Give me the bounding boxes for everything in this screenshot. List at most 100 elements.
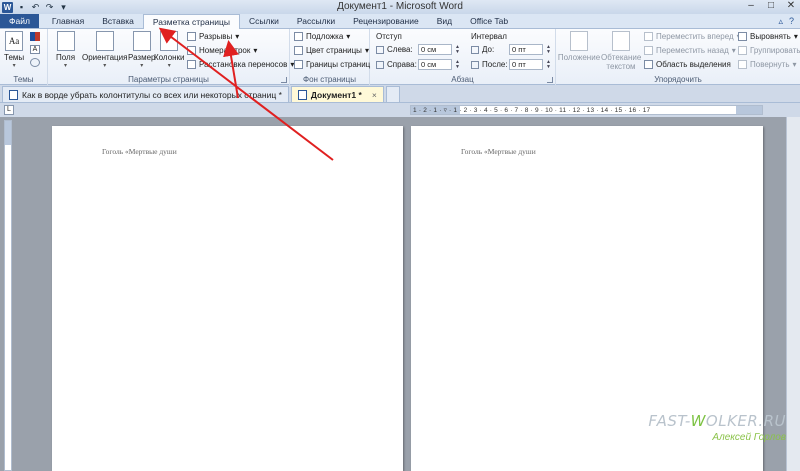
window-title: Документ1 - Microsoft Word (337, 1, 463, 12)
ruler-row: L 1 · 2 · 1 · ▿ · 1 · 2 · 3 · 4 · 5 · 6 … (0, 103, 800, 117)
spinner-arrows-icon[interactable]: ▲ ▼ (546, 59, 551, 70)
align-icon (738, 32, 747, 41)
minimize-icon[interactable]: – (746, 0, 756, 11)
chevron-down-icon: ▾ (364, 46, 369, 55)
theme-colors-icon[interactable] (30, 32, 40, 41)
minimize-ribbon-icon[interactable]: ▵ (778, 16, 783, 27)
size-icon (132, 31, 151, 51)
ribbon-help-area: ▵ ? (778, 16, 800, 27)
close-icon[interactable]: ✕ (786, 0, 796, 11)
tab-references[interactable]: Ссылки (240, 14, 288, 28)
watermark-icon (294, 32, 303, 41)
vertical-scrollbar[interactable] (786, 117, 800, 471)
page-borders-icon (294, 60, 303, 69)
tab-file[interactable]: Файл (0, 14, 39, 28)
send-backward-button[interactable]: Переместить назад ▾ (644, 46, 736, 55)
hyphenation-button[interactable]: Расстановка переносов ▾ (187, 60, 294, 69)
group-icon (738, 46, 747, 55)
horizontal-ruler[interactable]: 1 · 2 · 1 · ▿ · 1 · 2 · 3 · 4 · 5 · 6 · … (410, 105, 763, 115)
spacing-before: До: 0 пт ▲ ▼ (471, 44, 551, 55)
paragraph-launcher-icon[interactable] (547, 77, 553, 83)
rotate-button[interactable]: Повернуть ▾ (738, 60, 797, 69)
watermark-button[interactable]: Подложка ▾ (294, 32, 350, 41)
doc-tab-document1[interactable]: Документ1 * × (290, 86, 384, 102)
page-color-button[interactable]: Цвет страницы ▾ (294, 46, 369, 55)
chevron-down-icon: ▾ (64, 63, 68, 69)
doc-tab-article[interactable]: Как в ворде убрать колонтитулы со всех и… (2, 86, 289, 102)
theme-fonts-icon[interactable]: A (30, 45, 40, 54)
tab-selector[interactable]: L (4, 105, 14, 115)
chevron-down-icon: ▾ (253, 46, 258, 55)
tab-office-tab[interactable]: Office Tab (461, 14, 517, 28)
line-numbers-icon (187, 46, 196, 55)
page-header[interactable]: Гоголь «Мертвые души (461, 147, 536, 156)
indent-right: Справа: 0 см ▲ ▼ (376, 59, 460, 70)
tab-mailings[interactable]: Рассылки (288, 14, 344, 28)
orientation-button[interactable]: Ориентация ▾ (82, 31, 127, 69)
tab-insert[interactable]: Вставка (93, 14, 143, 28)
window-controls: – □ ✕ (746, 0, 796, 11)
bring-forward-icon (644, 32, 653, 41)
spacing-before-icon (471, 45, 479, 54)
selection-pane-icon (644, 60, 653, 69)
ribbon: Aa Темы ▾ A Темы Поля ▾ Ориентация ▾ Раз… (0, 29, 800, 85)
ruler-top-margin (5, 121, 11, 145)
spinner-arrows-icon[interactable]: ▲ ▼ (455, 59, 460, 70)
group-arrange: Положение Обтекание текстом Переместить … (557, 31, 800, 84)
maximize-icon[interactable]: □ (766, 0, 776, 11)
themes-button[interactable]: Aa Темы ▾ (4, 31, 24, 69)
size-button[interactable]: Размер ▾ (128, 31, 156, 69)
page-setup-launcher-icon[interactable] (281, 77, 287, 83)
tab-view[interactable]: Вид (428, 14, 461, 28)
rotate-icon (738, 60, 747, 69)
page-borders-button[interactable]: Границы страниц (294, 60, 370, 69)
document-tabs: Как в ворде убрать колонтитулы со всех и… (0, 85, 800, 103)
vertical-ruler[interactable] (4, 120, 12, 471)
align-button[interactable]: Выровнять ▾ (738, 32, 798, 41)
chevron-down-icon: ▾ (167, 63, 171, 69)
spacing-after-input[interactable]: 0 пт (509, 59, 543, 70)
document-icon (297, 89, 307, 100)
wrap-text-button[interactable]: Обтекание текстом (601, 31, 641, 71)
chevron-down-icon: ▾ (235, 32, 240, 41)
group-themes: Aa Темы ▾ A Темы (0, 29, 48, 85)
group-button[interactable]: Группировать (738, 46, 800, 55)
tab-review[interactable]: Рецензирование (344, 14, 428, 28)
line-numbers-button[interactable]: Номера строк ▾ (187, 46, 257, 55)
margins-button[interactable]: Поля ▾ (56, 31, 75, 69)
spacing-before-input[interactable]: 0 пт (509, 44, 543, 55)
group-page-setup: Поля ▾ Ориентация ▾ Размер ▾ Колонки ▾ Р… (48, 29, 294, 85)
indent-right-input[interactable]: 0 см (418, 59, 452, 70)
spinner-arrows-icon[interactable]: ▲ ▼ (455, 44, 460, 55)
bring-forward-button[interactable]: Переместить вперед ▾ (644, 32, 741, 41)
breaks-button[interactable]: Разрывы ▾ (187, 32, 239, 41)
spacing-title: Интервал (471, 32, 507, 41)
document-icon (9, 89, 18, 100)
spinner-arrows-icon[interactable]: ▲ ▼ (546, 44, 551, 55)
tab-page-layout[interactable]: Разметка страницы (142, 14, 240, 29)
tab-home[interactable]: Главная (43, 14, 93, 28)
columns-icon (160, 31, 179, 51)
help-icon[interactable]: ? (789, 16, 794, 27)
watermark-author: Алексей Горлов (712, 432, 786, 443)
close-tab-icon[interactable]: × (372, 90, 377, 100)
chevron-down-icon: ▾ (346, 32, 351, 41)
chevron-down-icon: ▾ (793, 32, 798, 41)
position-icon (570, 31, 588, 51)
themes-icon: Aa (5, 31, 24, 51)
breaks-icon (187, 32, 196, 41)
spacing-after: После: 0 пт ▲ ▼ (471, 59, 551, 70)
new-tab-button[interactable] (385, 86, 400, 102)
theme-effects-icon[interactable] (30, 58, 40, 67)
page-1[interactable]: Гоголь «Мертвые души (52, 126, 403, 471)
indent-title: Отступ (376, 32, 402, 41)
title-bar: W ▪ ↶ ↷ ▾ Документ1 - Microsoft Word – □… (0, 0, 800, 14)
orientation-icon (95, 31, 114, 51)
selection-pane-button[interactable]: Область выделения (644, 60, 731, 69)
columns-button[interactable]: Колонки ▾ (154, 31, 185, 69)
position-button[interactable]: Положение (558, 31, 600, 62)
page-header[interactable]: Гоголь «Мертвые души (102, 147, 177, 156)
indent-left: Слева: 0 см ▲ ▼ (376, 44, 460, 55)
chevron-down-icon: ▾ (140, 63, 144, 69)
indent-left-input[interactable]: 0 см (418, 44, 452, 55)
